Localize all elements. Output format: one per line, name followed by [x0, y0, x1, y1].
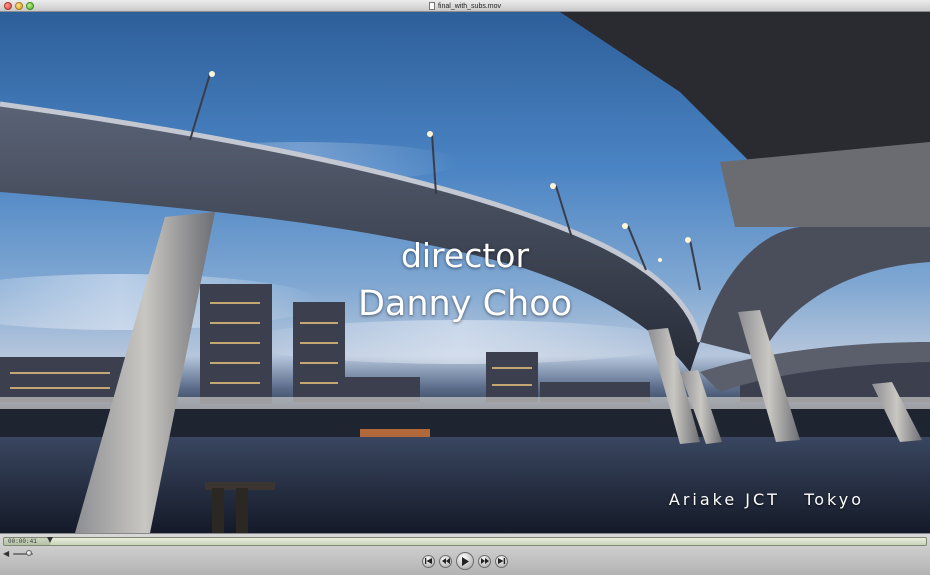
- title-bar: final_with_subs.mov: [0, 0, 930, 12]
- window-title-group: final_with_subs.mov: [0, 0, 930, 12]
- subtitle-role: director: [400, 236, 530, 275]
- transport-buttons: [0, 551, 930, 571]
- location-caption: Ariake JCT Tokyo: [668, 490, 864, 509]
- fast-forward-button[interactable]: [478, 554, 491, 568]
- play-button[interactable]: [456, 552, 474, 570]
- playhead-marker[interactable]: [47, 537, 54, 543]
- skip-to-end-button[interactable]: [495, 554, 508, 568]
- play-icon: [462, 556, 469, 566]
- subtitle-name: Danny Choo: [357, 284, 573, 324]
- movie-document-icon: [428, 2, 435, 10]
- rewind-button[interactable]: [439, 554, 452, 568]
- skip-to-start-button[interactable]: [422, 554, 435, 568]
- rewind-icon: [441, 558, 450, 564]
- video-frame[interactable]: director Danny Choo Ariake JCT Tokyo: [0, 12, 930, 533]
- fast-forward-icon: [480, 558, 489, 564]
- skip-to-start-icon: [425, 558, 432, 564]
- window-title: final_with_subs.mov: [437, 2, 502, 10]
- skip-to-end-icon: [498, 558, 505, 564]
- boat: [360, 429, 430, 437]
- timeline-scrubber[interactable]: 00:00:41: [3, 537, 927, 546]
- current-timecode: 00:00:41: [8, 538, 37, 545]
- playback-controls: 00:00:41 ◀: [0, 533, 930, 575]
